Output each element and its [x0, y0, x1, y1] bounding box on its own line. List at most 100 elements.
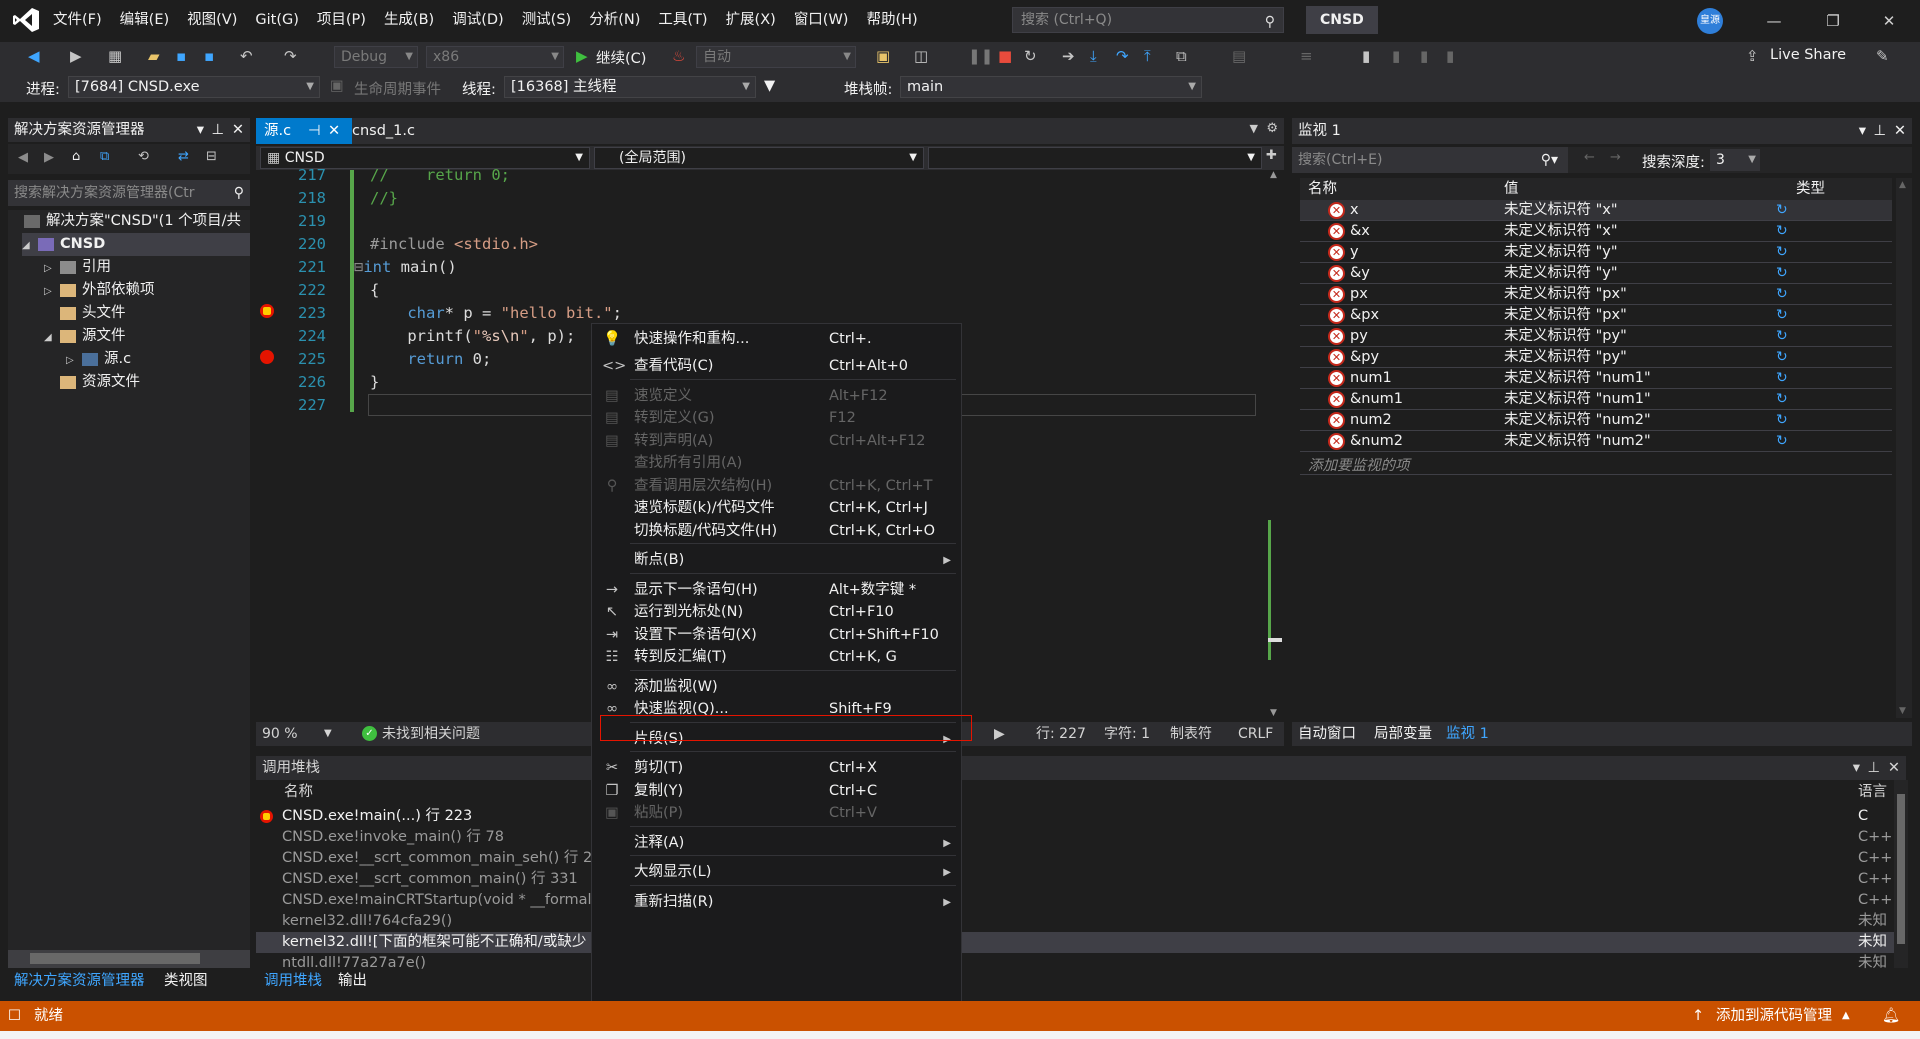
watch-value[interactable]: 未定义标识符 "x"	[1504, 200, 1618, 220]
tab-output[interactable]: 输出	[338, 970, 367, 992]
call-stack-row[interactable]: CNSD.exe!__scrt_common_main() 行 331 C++	[256, 869, 1906, 890]
tab-source-c[interactable]: 源.c ⊣ ✕	[256, 118, 352, 144]
watch-row[interactable]: ✕ &y 未定义标识符 "y" ↻	[1300, 263, 1892, 284]
hot-reload-icon[interactable]: ♨	[672, 47, 685, 65]
tree-project-cnsd[interactable]: ◢ CNSD	[22, 233, 250, 256]
chevron-down-icon[interactable]: ▾	[1859, 118, 1866, 144]
scrollbar-thumb[interactable]	[30, 953, 200, 964]
bookmark-next-icon[interactable]: ▮	[1420, 47, 1428, 65]
call-stack-row[interactable]: CNSD.exe!__scrt_common_main_seh() 行 288 C…	[256, 848, 1906, 869]
call-stack-row[interactable]: kernel32.dll!764cfa29() 未知	[256, 911, 1906, 932]
tab-solution-explorer[interactable]: 解决方案资源管理器	[14, 970, 145, 992]
redo-icon[interactable]: ↷	[284, 47, 297, 65]
watch-row[interactable]: ✕ &py 未定义标识符 "py" ↻	[1300, 347, 1892, 368]
watch-value[interactable]: 未定义标识符 "y"	[1504, 263, 1618, 283]
close-icon[interactable]: ✕	[328, 118, 340, 144]
context-menu-item[interactable]: 断点(B) ▶	[592, 547, 961, 574]
zoom-level[interactable]: 90 %	[262, 722, 298, 746]
tab-locals[interactable]: 局部变量	[1374, 722, 1432, 746]
restart-icon[interactable]: ↻	[1024, 47, 1037, 65]
watch-value[interactable]: 未定义标识符 "num1"	[1504, 389, 1651, 409]
watch-add-row[interactable]: 添加要监视的项	[1300, 454, 1892, 475]
context-menu-item[interactable]: <> 查看代码(C) Ctrl+Alt+0	[592, 353, 961, 380]
tab-cnsd-1-c[interactable]: cnsd_1.c	[352, 118, 452, 144]
watch-header-type[interactable]: 类型	[1796, 178, 1825, 200]
watch-name[interactable]: x	[1350, 200, 1359, 220]
bookmark-clear-icon[interactable]: ▮	[1446, 47, 1454, 65]
step-out-icon[interactable]: ⤒	[1144, 47, 1151, 65]
search-depth-combo[interactable]: 3 ▼	[1710, 149, 1760, 171]
switch-views-icon[interactable]: ⧉	[100, 149, 109, 164]
close-icon[interactable]: ✕	[1894, 118, 1906, 144]
breakpoint-icon[interactable]	[260, 304, 274, 318]
auto-combo[interactable]: 自动 ▼	[696, 46, 856, 68]
back-icon[interactable]: ←	[1584, 150, 1595, 165]
collapse-icon[interactable]: ▷	[44, 257, 60, 280]
menu-item[interactable]: 编辑(E)	[111, 0, 178, 40]
gear-icon[interactable]: ⚙	[1266, 121, 1278, 136]
tab-indicator[interactable]: 制表符	[1170, 722, 1212, 746]
bookmark-icon[interactable]: ▮	[1362, 47, 1370, 65]
menu-item[interactable]: 测试(S)	[513, 0, 581, 40]
pin-icon[interactable]: ⊥	[1873, 118, 1886, 144]
scrollbar-thumb[interactable]	[1897, 794, 1905, 944]
comment-icon[interactable]: ≡	[1300, 47, 1313, 65]
save-all-icon[interactable]: ▪	[204, 47, 214, 65]
back-icon[interactable]: ◀	[28, 47, 40, 65]
close-window-button[interactable]: ✕	[1866, 8, 1912, 34]
watch-name[interactable]: num2	[1350, 410, 1392, 430]
refresh-icon[interactable]: ↻	[1776, 200, 1788, 220]
minimize-button[interactable]: —	[1751, 8, 1797, 34]
context-menu-item[interactable]: 大纲显示(L) ▶	[592, 859, 961, 886]
tree-external-deps[interactable]: ▷ 外部依赖项	[44, 279, 155, 302]
watch-row[interactable]: ✕ num2 未定义标识符 "num2" ↻	[1300, 410, 1892, 431]
scroll-down-icon[interactable]: ▼	[1899, 706, 1906, 716]
history-icon[interactable]: ⟲	[138, 149, 149, 164]
refresh-icon[interactable]: ↻	[1776, 389, 1788, 409]
menu-item[interactable]: 帮助(H)	[857, 0, 926, 40]
tab-watch-1[interactable]: 监视 1	[1446, 722, 1489, 746]
scope-combo[interactable]: (全局范围) ▼	[594, 147, 924, 169]
platform-combo[interactable]: x86 ▼	[426, 46, 564, 68]
forward-icon[interactable]: →	[1610, 150, 1621, 165]
refresh-icon[interactable]: ↻	[1776, 347, 1788, 367]
split-icon[interactable]: ✚	[1266, 148, 1277, 163]
menu-item[interactable]: 窗口(W)	[785, 0, 858, 40]
context-menu-item[interactable]: 💡 快速操作和重构... Ctrl+.	[592, 326, 961, 353]
menu-item[interactable]: 调试(D)	[443, 0, 512, 40]
expand-icon[interactable]: ◢	[44, 326, 60, 349]
close-icon[interactable]: ✕	[1888, 756, 1900, 780]
lifecycle-icon[interactable]: ▣	[330, 78, 344, 94]
call-stack-row[interactable]: kernel32.dll![下面的框架可能不正确和/或缺少 未知	[256, 932, 1906, 953]
notification-bell-icon[interactable]: 🔔︎	[1882, 1001, 1900, 1031]
watch-search-input[interactable]: 搜索(Ctrl+E) ⚲▾	[1292, 147, 1568, 173]
watch-row[interactable]: ✕ &x 未定义标识符 "x" ↻	[1300, 221, 1892, 242]
menu-item[interactable]: 分析(N)	[580, 0, 649, 40]
tab-call-stack[interactable]: 调用堆栈	[264, 970, 322, 992]
thread-icon[interactable]: ▤	[1232, 47, 1246, 65]
hex-icon[interactable]: ⧉	[1176, 47, 1187, 65]
tree-source-c[interactable]: ▷ 源.c	[66, 348, 131, 371]
member-combo[interactable]: ▼	[928, 147, 1262, 169]
home-icon[interactable]: ⌂	[72, 149, 80, 164]
context-menu-item[interactable]: 注释(A) ▶	[592, 830, 961, 857]
watch-value[interactable]: 未定义标识符 "num2"	[1504, 410, 1651, 430]
watch-value[interactable]: 未定义标识符 "px"	[1504, 284, 1627, 304]
watch-row[interactable]: ✕ &px 未定义标识符 "px" ↻	[1300, 305, 1892, 326]
watch-row[interactable]: ✕ &num2 未定义标识符 "num2" ↻	[1300, 431, 1892, 452]
collapse-all-icon[interactable]: ⊟	[206, 149, 217, 164]
step-into-icon[interactable]: ⤓	[1090, 47, 1097, 65]
call-stack-scrollbar[interactable]	[1894, 780, 1908, 968]
bookmark-prev-icon[interactable]: ▮	[1392, 47, 1400, 65]
watch-value[interactable]: 未定义标识符 "y"	[1504, 242, 1618, 262]
chevron-up-icon[interactable]: ▲	[1842, 1001, 1850, 1031]
expand-icon[interactable]: ◢	[22, 234, 38, 257]
menu-item[interactable]: 扩展(X)	[717, 0, 785, 40]
restore-button[interactable]: ❐	[1810, 8, 1856, 34]
tab-autos[interactable]: 自动窗口	[1298, 722, 1356, 746]
call-stack-row[interactable]: CNSD.exe!invoke_main() 行 78 C++	[256, 827, 1906, 848]
char-indicator[interactable]: 字符: 1	[1104, 722, 1150, 746]
show-next-statement-icon[interactable]: ➔	[1062, 47, 1075, 65]
process-combo[interactable]: [7684] CNSD.exe ▼	[68, 76, 320, 98]
watch-name[interactable]: &num2	[1350, 431, 1403, 451]
